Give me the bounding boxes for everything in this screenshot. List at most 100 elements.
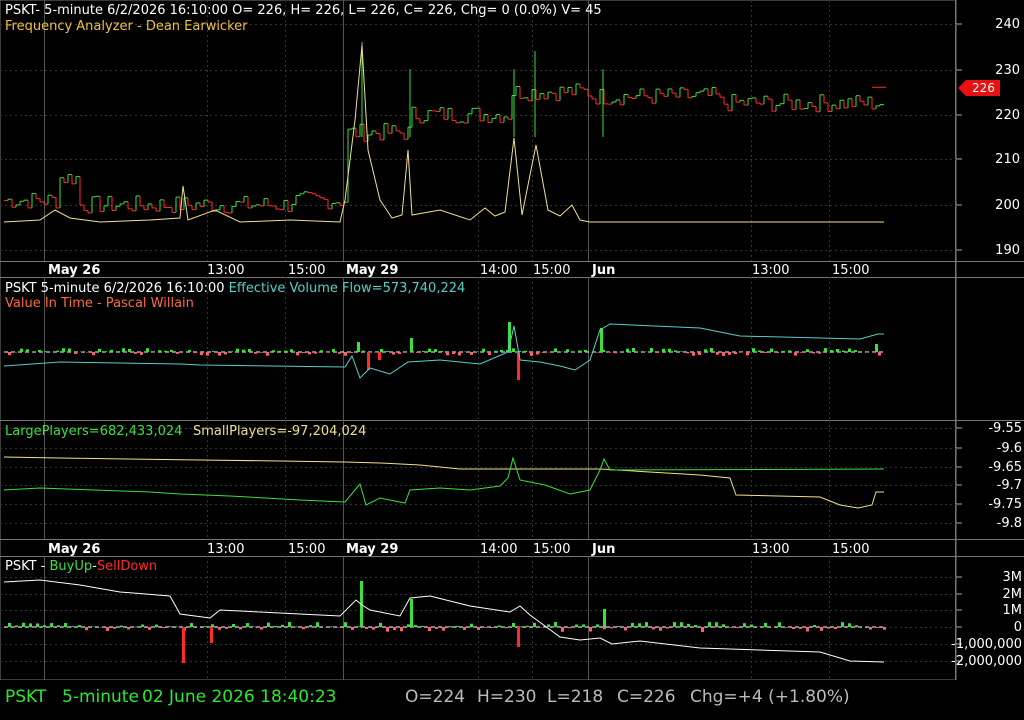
volume-flow-bar <box>848 348 851 352</box>
buyup-selldown-bar <box>141 624 144 627</box>
buyup-selldown-bar <box>876 627 879 628</box>
time-axis-label: 15:00 <box>533 542 570 557</box>
volume-flow-bar <box>422 351 425 352</box>
volume-flow-bar <box>830 349 833 352</box>
buyup-selldown-bar <box>659 627 662 631</box>
volume-flow-bar <box>746 352 749 356</box>
volume-flow-bar <box>704 349 707 352</box>
volume-flow-bar <box>434 349 437 352</box>
volume-flow-bar <box>686 352 689 354</box>
buyup-selldown-bar <box>715 622 718 627</box>
buyup-selldown-bar <box>505 627 508 629</box>
last-price-marker: 226 <box>958 80 1000 96</box>
buyup-selldown-bar <box>281 624 284 627</box>
buyup-selldown-bar <box>547 624 550 627</box>
buyup-selldown-bar <box>85 627 88 631</box>
buyup-selldown-bar <box>260 627 263 630</box>
buyup-selldown-bar <box>22 622 25 627</box>
volume-flow-bar <box>230 351 233 352</box>
volume-flow-bar <box>386 351 389 352</box>
price-panel[interactable]: PSKT- 5-minute 6/2/2026 16:10:00 O= 226,… <box>3 3 1020 258</box>
volume-flow-bar <box>878 352 881 356</box>
volume-flow-bar <box>134 352 137 354</box>
buyup-selldown-bar <box>484 627 487 628</box>
axis-tick-label: 0 <box>1014 620 1022 635</box>
volume-flow-bar <box>458 352 461 356</box>
volume-flow-bar <box>104 351 107 352</box>
buyup-selldown-bar <box>526 625 529 627</box>
volume-flow-bar <box>710 348 713 352</box>
volume-flow-bar <box>470 352 473 355</box>
buyup-selldown-bar <box>554 622 557 627</box>
axis-tick-label: -9.65 <box>988 460 1022 475</box>
volume-flow-bar <box>176 352 179 354</box>
volume-flow-panel[interactable]: PSKT 5-minute 6/2/2026 16:10:00 Effectiv… <box>3 281 886 380</box>
volume-flow-bar <box>378 352 381 360</box>
buyup-selldown-bar <box>449 626 452 627</box>
buyup-selldown-bar <box>71 626 74 627</box>
volume-flow-bar <box>875 344 878 352</box>
volume-flow-bar <box>680 351 683 352</box>
buyup-selldown-bar <box>841 622 844 627</box>
volume-flow-bar <box>200 352 203 356</box>
buyup-selldown-bar <box>834 627 837 630</box>
buyup-selldown-bar <box>736 627 739 629</box>
volume-flow-bar <box>122 348 125 352</box>
time-axis-label: 15:00 <box>288 542 325 557</box>
buyup-selldown-bar <box>225 627 228 629</box>
axis-tick-label: -9.6 <box>997 441 1022 456</box>
buyup-selldown-bar <box>603 609 606 627</box>
volume-flow-bar <box>20 348 23 352</box>
buyup-selldown-bar <box>190 623 193 627</box>
svg-text:PSKT 5-minute 6/2/2026 16:10:: PSKT 5-minute 6/2/2026 16:10:00 Effectiv… <box>5 281 465 296</box>
volume-flow-bar <box>146 348 149 352</box>
axis-tick-label: 230 <box>995 63 1020 78</box>
buyup-selldown-bar <box>386 627 389 632</box>
buyup-selldown-bar <box>78 625 81 627</box>
volume-flow-bar <box>140 352 143 355</box>
volume-flow-bar <box>260 352 263 353</box>
buyup-selldown-bar <box>848 623 851 627</box>
buyup-label: BuyUp <box>50 559 93 574</box>
time-axis-label: 14:00 <box>480 263 517 278</box>
volume-flow-bar <box>668 348 671 352</box>
volume-flow-bar <box>578 350 581 352</box>
volume-flow-bar <box>194 352 197 354</box>
volume-flow-bar <box>398 352 401 354</box>
volume-flow-bar <box>716 352 719 355</box>
volume-flow-bar <box>542 352 545 353</box>
volume-flow-bar <box>764 352 767 353</box>
volume-flow-bar <box>170 349 173 352</box>
volume-flow-bar <box>488 352 491 356</box>
buyup-selldown-bar <box>820 627 823 631</box>
status-bar: PSKT 5-minute 02 June 2026 18:40:23 O=22… <box>0 680 1024 720</box>
volume-flow-bar <box>428 348 431 352</box>
volume-flow-bar <box>74 352 77 354</box>
buyup-selldown-bar <box>645 622 648 627</box>
volume-flow-bar <box>566 349 569 352</box>
buyup-selldown-bar <box>182 627 185 663</box>
volume-flow-bar <box>818 352 821 354</box>
buyup-selldown-panel[interactable]: PSKT - BuyUp-SellDown 3M 2M1M 0 -1,000,000 -… <box>3 559 1022 669</box>
volume-flow-bar <box>158 350 161 352</box>
axis-tick-label: 210 <box>995 152 1020 167</box>
buyup-selldown-bar <box>428 627 431 632</box>
volume-flow-bar <box>600 328 603 352</box>
buyup-selldown-bar <box>442 627 445 631</box>
status-interval: 5-minute <box>62 687 139 707</box>
axis-tick-label: 220 <box>995 108 1020 123</box>
svg-text:PSKT - BuyUp-SellDown: PSKT - BuyUp-SellDown <box>5 559 157 574</box>
buyup-selldown-bar <box>330 626 333 627</box>
volume-flow-bar <box>14 352 17 353</box>
chart-canvas[interactable]: PSKT- 5-minute 6/2/2026 16:10:00 O= 226,… <box>0 0 1024 680</box>
buyup-selldown-bar <box>463 627 466 630</box>
volume-flow-bar <box>284 350 287 352</box>
volume-flow-bar <box>44 351 47 352</box>
time-axis-label: 15:00 <box>832 263 869 278</box>
players-panel[interactable]: LargePlayers=682,433,024 SmallPlayers=-9… <box>3 421 1022 531</box>
buyup-selldown-bar <box>239 627 242 630</box>
time-axis-bottom: May 26 13:00 15:00 May 29 14:00 15:00 Jun 13:00… <box>48 542 869 557</box>
buyup-selldown-bar <box>155 624 158 627</box>
buyup-selldown-bar <box>743 623 746 627</box>
large-players-label: LargePlayers=682,433,024 <box>5 424 182 439</box>
